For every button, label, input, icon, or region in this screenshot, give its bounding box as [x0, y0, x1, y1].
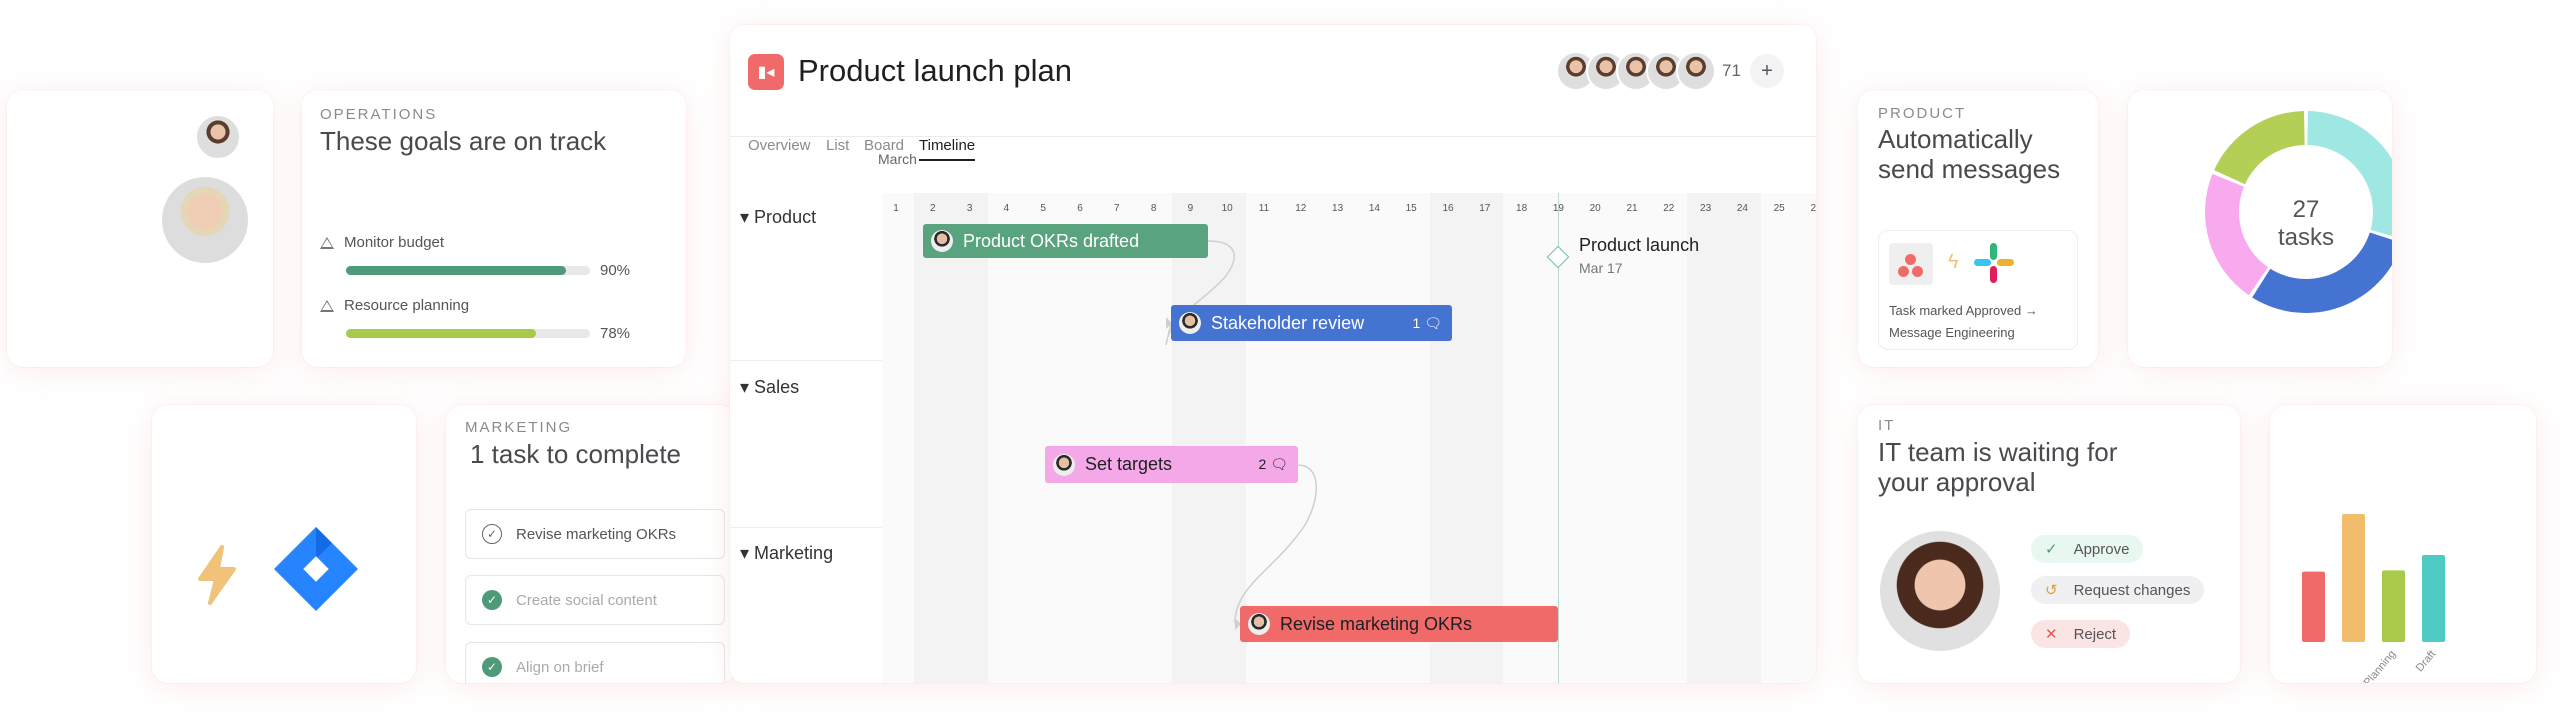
automation-rule-box[interactable]: ϟ Task marked Approved → Message Enginee… [1878, 230, 2078, 350]
card-eyebrow: PRODUCT [1878, 105, 1967, 122]
rule-action: Message Engineering [1889, 325, 2015, 340]
task-bar-revise-marketing-okrs[interactable]: Revise marketing OKRs [1240, 606, 1558, 642]
dependency-connectors [1165, 240, 1317, 630]
donut-count: 27 [2292, 196, 2320, 223]
check-circle-icon[interactable]: ✓ [482, 657, 502, 677]
task-bar-stakeholder-review[interactable]: Stakeholder review 1 🗨 [1171, 305, 1452, 341]
people-card [7, 90, 273, 367]
task-name: Stakeholder review [1211, 312, 1365, 333]
task-label: Align on brief [516, 658, 604, 676]
request-changes-button[interactable]: ↺ Request changes [2031, 576, 2205, 604]
goal-monitor-budget[interactable]: Monitor budget [320, 234, 444, 251]
bar-mark [2302, 571, 2325, 642]
comment-icon: 🗨 [1270, 456, 1288, 472]
task-item[interactable]: ✓ Align on brief [465, 642, 725, 683]
request-changes-icon: ↺ [2045, 582, 2058, 599]
assignee-avatar [1179, 312, 1201, 334]
approve-button[interactable]: ✓ Approve [2031, 535, 2144, 563]
milestone-name: Product launch [1579, 235, 1700, 255]
slack-logo [1974, 243, 2014, 283]
task-name: Product OKRs drafted [963, 230, 1140, 251]
comment-icon: 🗨 [1424, 314, 1442, 331]
bar-chart-card: Planning Draft [2270, 405, 2536, 683]
bar-mark [2422, 554, 2445, 642]
donut-segment [2214, 111, 2305, 185]
goal-progress-bar [346, 266, 590, 275]
check-circle-icon[interactable]: ✓ [482, 590, 502, 610]
automation-card: PRODUCT Automatically send messages ϟ Ta… [1858, 90, 2098, 367]
comment-count: 2 🗨 [1258, 456, 1288, 472]
card-title-line1: Automatically [1878, 124, 2033, 154]
goal-progress-bar [346, 329, 590, 338]
bar-mark [2342, 514, 2365, 642]
project-timeline-card: ▮◂ Product launch plan 71 + Overview List… [730, 25, 1816, 683]
assignee-avatar [931, 230, 953, 252]
marketing-tasks-card: MARKETING 1 task to complete ✓ Revise mar… [446, 405, 736, 683]
card-title-line2: send messages [1878, 154, 2061, 184]
goal-percent: 90% [600, 262, 631, 279]
card-eyebrow: IT [1878, 417, 1896, 434]
goal-icon [320, 299, 334, 312]
jira-logo [274, 527, 358, 611]
bar-chart: Planning Draft [2302, 514, 2445, 683]
task-item[interactable]: ✓ Revise marketing OKRs [465, 509, 725, 559]
goal-resource-planning[interactable]: Resource planning [320, 297, 469, 314]
card-eyebrow: MARKETING [465, 419, 573, 436]
bar-mark [2382, 570, 2405, 642]
goal-label: Resource planning [344, 297, 470, 314]
arrow-right-icon: → [2024, 303, 2038, 318]
task-bar-set-targets[interactable]: Set targets 2 🗨 [1045, 446, 1298, 483]
task-item[interactable]: ✓ Create social content [465, 575, 725, 625]
task-name: Revise marketing OKRs [1280, 613, 1473, 634]
reject-button[interactable]: ✕ Reject [2031, 620, 2131, 648]
comment-count: 1 🗨 [1412, 314, 1442, 331]
tasks-donut-card: 27 tasks [2128, 90, 2392, 367]
donut-unit: tasks [2277, 224, 2334, 251]
operations-goals-card: OPERATIONS These goals are on track Moni… [302, 90, 686, 367]
bar-category-label: Draft [2414, 648, 2439, 674]
jira-integration-card [152, 405, 416, 683]
lightning-icon [198, 545, 236, 605]
card-title-line1: IT team is waiting for [1878, 437, 2118, 467]
goal-percent: 78% [600, 325, 631, 342]
avatar [160, 175, 250, 265]
requester-avatar [1878, 529, 2002, 653]
card-eyebrow: OPERATIONS [320, 106, 438, 123]
card-title: 1 task to complete [470, 439, 681, 469]
dependency-line [1234, 464, 1317, 624]
task-name: Set targets [1085, 454, 1173, 474]
task-bar-product-okrs[interactable]: Product OKRs drafted [923, 224, 1208, 258]
assignee-avatar [1053, 453, 1075, 476]
milestone-date: Mar 17 [1579, 260, 1623, 276]
card-title-line2: your approval [1878, 467, 2036, 497]
goal-label: Monitor budget [344, 234, 445, 251]
assignee-avatar [1248, 613, 1270, 635]
avatar [195, 114, 241, 160]
check-icon: ✓ [2045, 541, 2058, 558]
lightning-icon: ϟ [1948, 251, 1959, 273]
task-label: Create social content [516, 591, 657, 609]
asana-logo [1889, 243, 1933, 285]
task-label: Revise marketing OKRs [516, 525, 677, 543]
check-circle-icon[interactable]: ✓ [482, 524, 502, 544]
goal-icon [320, 236, 334, 249]
x-icon: ✕ [2045, 626, 2058, 643]
card-title: These goals are on track [320, 126, 607, 156]
bar-category-label: Planning [2362, 648, 2399, 683]
rule-trigger: Task marked Approved → [1889, 303, 2038, 318]
